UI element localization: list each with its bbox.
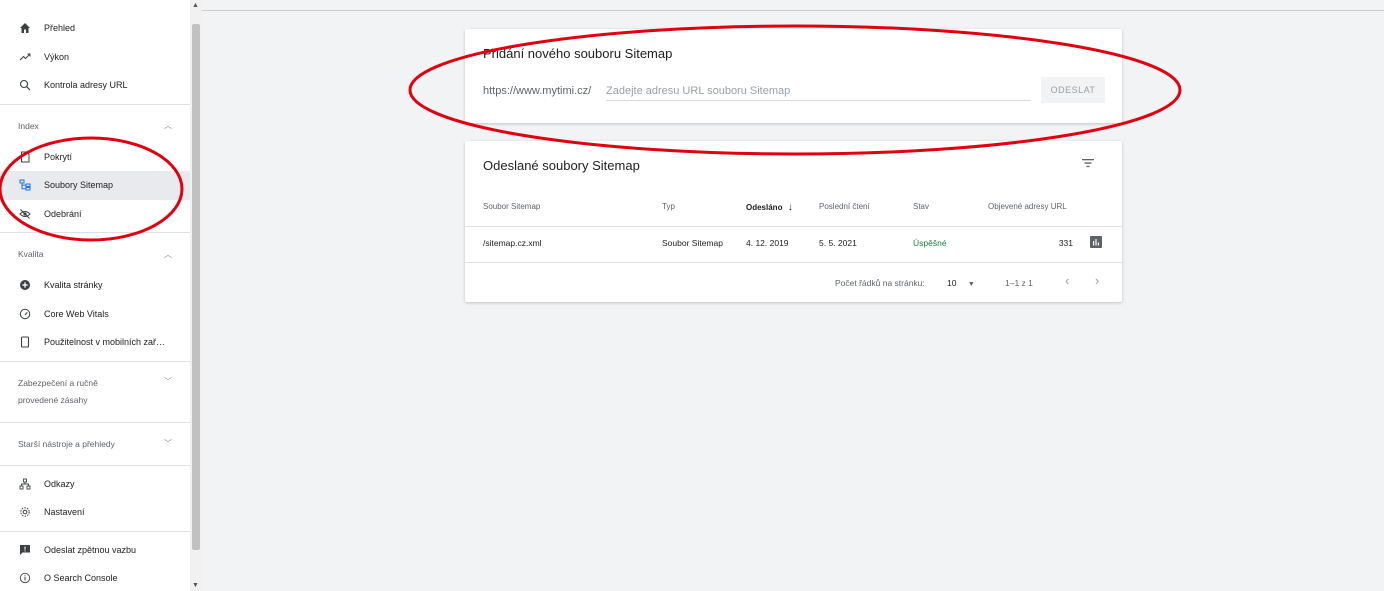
submitted-sitemaps-title: Odeslané soubory Sitemap	[483, 158, 640, 173]
sidebar-item-prehled[interactable]: Přehled	[0, 14, 190, 43]
info-icon	[18, 571, 32, 585]
column-header-label: Odesláno	[746, 203, 783, 212]
sitemap-url-input[interactable]	[606, 81, 1031, 101]
column-header-last-read[interactable]: Poslední čtení	[819, 202, 870, 211]
sidebar-item-label: Core Web Vitals	[44, 308, 109, 319]
chevron-down-icon: ﹀	[164, 376, 172, 386]
sidebar-nav: Přehled Výkon Kontrola adresy URL Index …	[0, 14, 190, 591]
sidebar-item-mobile-usability[interactable]: Použitelnost v mobilních zař…	[0, 328, 190, 357]
filter-icon[interactable]	[1081, 156, 1095, 170]
section-label-line: Zabezpečení a ručně	[18, 377, 98, 388]
column-header-type[interactable]: Typ	[662, 202, 675, 211]
section-header-zabezpeceni[interactable]: Zabezpečení a ručně provedené zásahy ﹀	[0, 366, 190, 418]
phone-icon	[18, 335, 32, 349]
sidebar-item-about[interactable]: O Search Console	[0, 564, 190, 591]
home-icon	[18, 21, 32, 35]
sidebar-item-label: Soubory Sitemap	[44, 180, 114, 191]
sidebar-divider	[0, 232, 190, 233]
table-divider	[465, 226, 1122, 227]
cell-file: /sitemap.cz.xml	[483, 238, 542, 248]
header-divider	[202, 10, 1384, 11]
scroll-down-icon[interactable]: ▼	[192, 582, 199, 589]
prev-page-icon[interactable]: ‹	[1065, 273, 1069, 288]
submitted-sitemaps-card: Odeslané soubory Sitemap Soubor Sitemap …	[465, 141, 1122, 302]
feedback-icon	[18, 543, 32, 557]
sidebar-item-pokryti[interactable]: Pokrytí	[0, 143, 190, 172]
section-label-line: provedené zásahy	[18, 394, 88, 405]
dropdown-arrow-icon: ▼	[967, 281, 975, 288]
links-icon	[18, 477, 32, 491]
domain-prefix: https://www.mytimi.cz/	[483, 85, 592, 97]
sidebar-divider	[0, 360, 190, 362]
sidebar-item-odebrani[interactable]: Odebrání	[0, 200, 190, 229]
section-header-starsi-nastroje[interactable]: Starší nástroje a přehledy ﹀	[0, 427, 190, 461]
gear-icon	[18, 505, 32, 519]
speed-icon	[18, 307, 32, 321]
sidebar: Přehled Výkon Kontrola adresy URL Index …	[0, 0, 202, 591]
sidebar-item-soubory-sitemap[interactable]: Soubory Sitemap	[0, 171, 190, 200]
bar-chart-icon[interactable]	[1090, 236, 1102, 248]
sidebar-divider	[0, 103, 190, 105]
sitemap-icon	[18, 178, 32, 192]
sidebar-item-kvalita-stranky[interactable]: Kvalita stránky	[0, 271, 190, 300]
sidebar-item-label: Odkazy	[44, 478, 75, 489]
submit-button[interactable]: ODESLAT	[1041, 77, 1105, 103]
sidebar-item-label: Přehled	[44, 23, 76, 34]
sidebar-item-label: Odebrání	[44, 208, 82, 219]
add-sitemap-title: Přidání nového souboru Sitemap	[483, 46, 673, 61]
column-header-file[interactable]: Soubor Sitemap	[483, 202, 540, 211]
chevron-up-icon: ︿	[164, 249, 172, 259]
section-label: Index	[18, 120, 39, 131]
search-icon	[18, 78, 32, 92]
column-header-status[interactable]: Stav	[913, 202, 929, 211]
add-sitemap-card: Přidání nového souboru Sitemap https://w…	[465, 29, 1122, 123]
column-header-submitted[interactable]: Odesláno ↓	[746, 202, 793, 213]
section-label: Zabezpečení a ručně provedené zásahy	[18, 375, 98, 409]
cell-discovered-urls: 331	[1058, 238, 1073, 248]
cell-status: Úspěšné	[913, 238, 947, 248]
scroll-thumb[interactable]	[192, 24, 200, 550]
sidebar-item-feedback[interactable]: Odeslat zpětnou vazbu	[0, 536, 190, 565]
sidebar-item-vykon[interactable]: Výkon	[0, 43, 190, 72]
cell-last-read: 5. 5. 2021	[819, 238, 857, 248]
rows-per-page-select[interactable]: 10 ▼	[947, 278, 975, 288]
sidebar-item-label: O Search Console	[44, 573, 118, 584]
trending-up-icon	[18, 50, 32, 64]
sidebar-divider	[0, 421, 190, 423]
rows-per-page-label: Počet řádků na stránku:	[835, 278, 925, 288]
add-circle-icon	[18, 278, 32, 292]
sidebar-item-kontrola-url[interactable]: Kontrola adresy URL	[0, 71, 190, 100]
chevron-down-icon: ﹀	[164, 439, 172, 448]
sidebar-item-label: Kontrola adresy URL	[44, 80, 128, 91]
sidebar-divider	[0, 530, 190, 532]
table-divider	[465, 262, 1122, 263]
sidebar-item-label: Výkon	[44, 51, 70, 62]
chevron-up-icon: ︿	[164, 121, 172, 130]
section-header-kvalita[interactable]: Kvalita ︿	[0, 237, 190, 271]
sidebar-item-label: Kvalita stránky	[44, 280, 103, 291]
section-label: Starší nástroje a přehledy	[18, 438, 115, 449]
eye-off-icon	[18, 207, 32, 221]
sidebar-scrollbar[interactable]: ▲ ▼	[190, 0, 202, 591]
cell-submitted: 4. 12. 2019	[746, 238, 789, 248]
column-header-discovered-urls[interactable]: Objevené adresy URL	[988, 202, 1067, 211]
sidebar-item-odkazy[interactable]: Odkazy	[0, 470, 190, 499]
sort-arrow-down-icon: ↓	[787, 202, 793, 213]
next-page-icon[interactable]: ›	[1095, 273, 1099, 288]
pagination-range: 1–1 z 1	[1005, 278, 1033, 288]
sidebar-item-nastaveni[interactable]: Nastavení	[0, 498, 190, 527]
sidebar-divider	[0, 464, 190, 466]
sidebar-item-label: Použitelnost v mobilních zař…	[44, 337, 166, 348]
cell-type: Soubor Sitemap	[662, 238, 723, 248]
sidebar-item-core-web-vitals[interactable]: Core Web Vitals	[0, 300, 190, 329]
file-icon	[18, 150, 32, 164]
rows-per-page-value: 10	[947, 278, 957, 288]
sidebar-item-label: Nastavení	[44, 507, 85, 518]
sidebar-item-label: Odeslat zpětnou vazbu	[44, 544, 137, 555]
section-header-index[interactable]: Index ︿	[0, 109, 190, 143]
sidebar-item-label: Pokrytí	[44, 151, 73, 162]
section-label: Kvalita	[18, 249, 44, 259]
scroll-up-icon[interactable]: ▲	[192, 2, 199, 9]
